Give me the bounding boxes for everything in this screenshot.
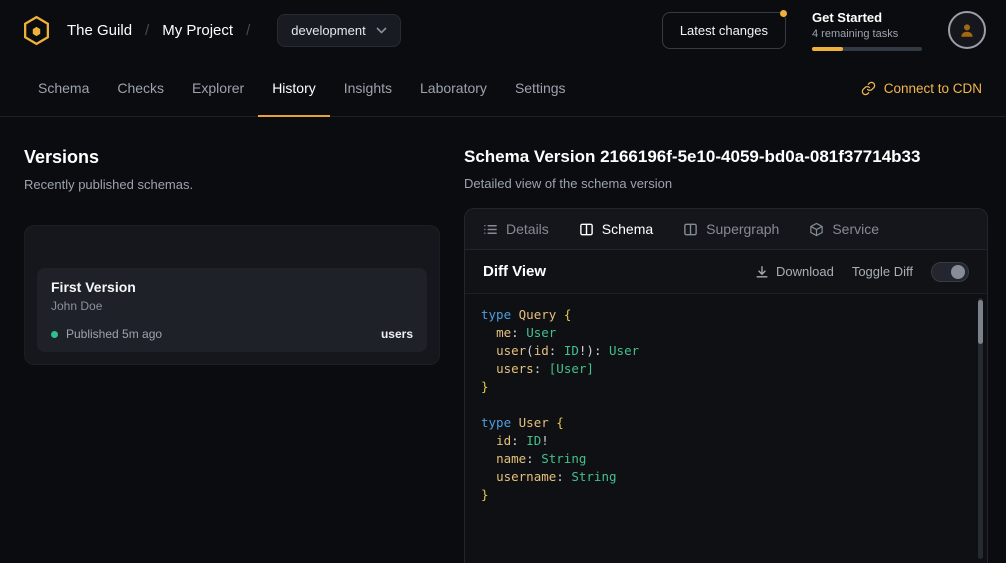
schema-code-viewer: type Query { me: User user(id: ID!): Use… xyxy=(465,294,987,563)
get-started-title: Get Started xyxy=(812,10,922,25)
toggle-diff-label: Toggle Diff xyxy=(852,264,913,279)
columns-icon xyxy=(683,222,698,237)
get-started-widget[interactable]: Get Started 4 remaining tasks xyxy=(812,10,922,51)
version-detail-tabs: Details Schema Sup xyxy=(465,209,987,250)
breadcrumb-project[interactable]: My Project xyxy=(162,22,233,39)
code-block: type Query { me: User user(id: ID!): Use… xyxy=(465,294,987,516)
chevron-down-icon xyxy=(376,27,387,34)
code-line: id: ID! xyxy=(481,432,971,450)
tab-service-label: Service xyxy=(832,221,879,237)
code-scrollbar-thumb[interactable] xyxy=(978,300,983,344)
versions-panel: Versions Recently published schemas. Fir… xyxy=(0,117,464,563)
get-started-progress-fill xyxy=(812,47,843,51)
breadcrumb-org[interactable]: The Guild xyxy=(67,22,132,39)
connect-to-cdn-label: Connect to CDN xyxy=(884,81,982,96)
content-area: Versions Recently published schemas. Fir… xyxy=(0,117,1006,563)
hive-logo-icon[interactable] xyxy=(20,14,53,47)
columns-icon xyxy=(579,222,594,237)
code-line: } xyxy=(481,486,971,504)
top-header: The Guild / My Project / development Lat… xyxy=(0,0,1006,60)
code-line: type User { xyxy=(481,414,971,432)
user-avatar-icon xyxy=(958,21,976,39)
code-line: type Query { xyxy=(481,306,971,324)
version-list-item[interactable]: First Version John Doe Published 5m ago … xyxy=(37,268,427,352)
code-line xyxy=(481,396,971,414)
download-label: Download xyxy=(776,264,834,279)
list-icon xyxy=(483,222,498,237)
versions-list-card: First Version John Doe Published 5m ago … xyxy=(24,225,440,365)
target-selector-value: development xyxy=(291,23,365,38)
versions-title: Versions xyxy=(24,147,440,168)
link-icon xyxy=(861,81,876,96)
tab-service[interactable]: Service xyxy=(809,221,879,237)
nav-tab-explorer[interactable]: Explorer xyxy=(178,60,258,117)
tab-details[interactable]: Details xyxy=(483,221,549,237)
download-icon xyxy=(755,265,769,279)
get-started-progress-track xyxy=(812,47,922,51)
latest-changes-label: Latest changes xyxy=(680,23,768,38)
nav-tab-history[interactable]: History xyxy=(258,60,330,117)
toggle-diff-switch[interactable] xyxy=(931,262,969,282)
nav-tab-insights[interactable]: Insights xyxy=(330,60,406,117)
download-button[interactable]: Download xyxy=(755,264,834,279)
target-selector[interactable]: development xyxy=(277,14,400,47)
code-line: me: User xyxy=(481,324,971,342)
published-dot-icon xyxy=(51,331,58,338)
header-right-cluster: Latest changes Get Started 4 remaining t… xyxy=(662,10,986,51)
schema-panel: Details Schema Sup xyxy=(464,208,988,563)
tab-schema-label: Schema xyxy=(602,221,653,237)
notification-dot xyxy=(780,10,787,17)
versions-subtitle: Recently published schemas. xyxy=(24,177,440,192)
version-author: John Doe xyxy=(51,299,413,313)
code-line: user(id: ID!): User xyxy=(481,342,971,360)
code-line: } xyxy=(481,378,971,396)
code-line: users: [User] xyxy=(481,360,971,378)
tab-supergraph[interactable]: Supergraph xyxy=(683,221,779,237)
diff-view-title: Diff View xyxy=(483,263,546,280)
diff-toolbar: Diff View Download Toggle Diff xyxy=(465,250,987,294)
toggle-knob xyxy=(951,265,965,279)
diff-actions: Download Toggle Diff xyxy=(755,262,969,282)
version-status-row: Published 5m ago users xyxy=(51,327,413,341)
nav-tab-schema[interactable]: Schema xyxy=(24,60,103,117)
version-detail-panel: Schema Version 2166196f-5e10-4059-bd0a-0… xyxy=(464,117,1006,563)
service-name: users xyxy=(381,327,413,341)
main-nav: Schema Checks Explorer History Insights … xyxy=(0,60,1006,117)
tab-details-label: Details xyxy=(506,221,549,237)
tab-supergraph-label: Supergraph xyxy=(706,221,779,237)
connect-to-cdn-link[interactable]: Connect to CDN xyxy=(861,60,982,116)
nav-tab-checks[interactable]: Checks xyxy=(103,60,178,117)
version-detail-title: Schema Version 2166196f-5e10-4059-bd0a-0… xyxy=(464,147,988,167)
code-line: name: String xyxy=(481,450,971,468)
nav-tab-laboratory[interactable]: Laboratory xyxy=(406,60,501,117)
cube-icon xyxy=(809,222,824,237)
version-name: First Version xyxy=(51,279,413,295)
version-status-text: Published 5m ago xyxy=(66,327,162,341)
code-line: username: String xyxy=(481,468,971,486)
latest-changes-button[interactable]: Latest changes xyxy=(662,12,786,49)
tab-schema[interactable]: Schema xyxy=(579,221,653,237)
breadcrumb-separator: / xyxy=(145,22,149,39)
user-menu-button[interactable] xyxy=(948,11,986,49)
nav-tab-settings[interactable]: Settings xyxy=(501,60,580,117)
get-started-subtitle: 4 remaining tasks xyxy=(812,28,922,40)
version-detail-subtitle: Detailed view of the schema version xyxy=(464,176,988,191)
breadcrumb-separator: / xyxy=(246,22,250,39)
